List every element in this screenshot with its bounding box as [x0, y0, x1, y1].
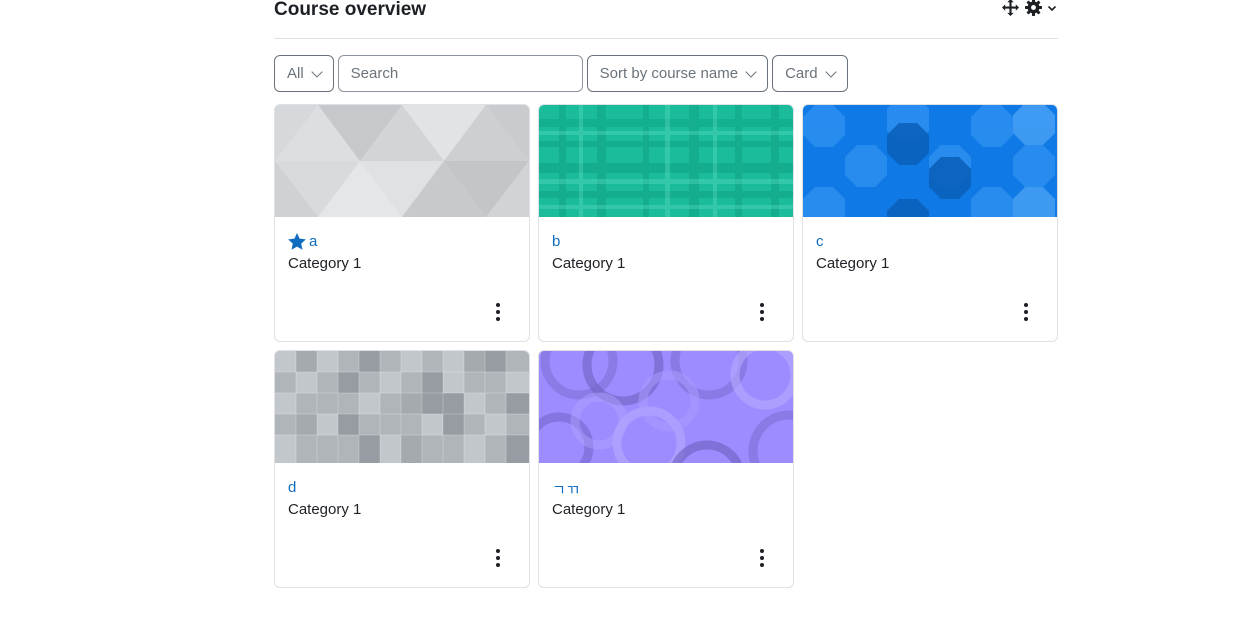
course-image[interactable] — [275, 351, 529, 463]
course-actions-menu[interactable] — [491, 547, 505, 569]
course-name-link[interactable]: a — [288, 233, 317, 250]
chevron-down-icon — [1047, 5, 1057, 11]
star-icon — [288, 233, 306, 250]
course-image[interactable] — [539, 105, 793, 217]
settings-menu[interactable] — [1025, 0, 1058, 16]
course-name: c — [816, 233, 824, 250]
course-category: Category 1 — [552, 255, 626, 272]
move-icon[interactable] — [1002, 0, 1019, 16]
grouping-label: All — [287, 65, 304, 82]
course-category: Category 1 — [288, 501, 362, 518]
gear-icon — [1025, 0, 1042, 16]
kebab-menu-icon — [760, 549, 764, 553]
chevron-down-icon — [311, 65, 323, 78]
chevron-down-icon — [745, 65, 757, 78]
course-actions-menu[interactable] — [1019, 301, 1033, 323]
course-image[interactable] — [539, 351, 793, 463]
sort-label: Sort by course name — [599, 65, 739, 82]
kebab-menu-icon — [496, 303, 500, 307]
course-actions-menu[interactable] — [491, 301, 505, 323]
course-name: ㄱㄲ — [552, 482, 580, 499]
view-label: Card — [785, 65, 818, 82]
course-card: b Category 1 — [538, 104, 794, 342]
kebab-menu-icon — [760, 303, 764, 307]
sort-dropdown[interactable]: Sort by course name — [586, 55, 769, 92]
course-overview-block: Course overview All Search Sort by cours… — [274, 0, 1058, 92]
course-actions-menu[interactable] — [755, 301, 769, 323]
course-name-link[interactable]: ㄱㄲ — [552, 479, 580, 500]
course-card: ㄱㄲ Category 1 — [538, 350, 794, 588]
course-name: d — [288, 479, 297, 496]
filter-bar: All Sort by course name Card — [274, 55, 848, 92]
block-controls — [1002, 0, 1058, 16]
course-name-link[interactable]: d — [288, 479, 296, 496]
course-category: Category 1 — [288, 255, 362, 272]
course-actions-menu[interactable] — [755, 547, 769, 569]
course-name-link[interactable]: c — [816, 233, 824, 250]
course-name: a — [309, 233, 318, 250]
course-name: b — [552, 233, 561, 250]
kebab-menu-icon — [496, 549, 500, 553]
search-input[interactable] — [337, 55, 583, 92]
block-header: Course overview — [274, 0, 1058, 39]
course-card: c Category 1 — [802, 104, 1058, 342]
block-title: Course overview — [274, 0, 427, 20]
course-card: d Category 1 — [274, 350, 530, 588]
grouping-dropdown[interactable]: All — [274, 55, 334, 92]
course-category: Category 1 — [552, 501, 626, 518]
view-dropdown[interactable]: Card — [772, 55, 848, 92]
course-image[interactable] — [275, 105, 529, 217]
course-category: Category 1 — [816, 255, 890, 272]
kebab-menu-icon — [1024, 303, 1028, 307]
course-card: a Category 1 — [274, 104, 530, 342]
course-image[interactable] — [803, 105, 1057, 217]
course-name-link[interactable]: b — [552, 233, 560, 250]
chevron-down-icon — [824, 65, 837, 78]
